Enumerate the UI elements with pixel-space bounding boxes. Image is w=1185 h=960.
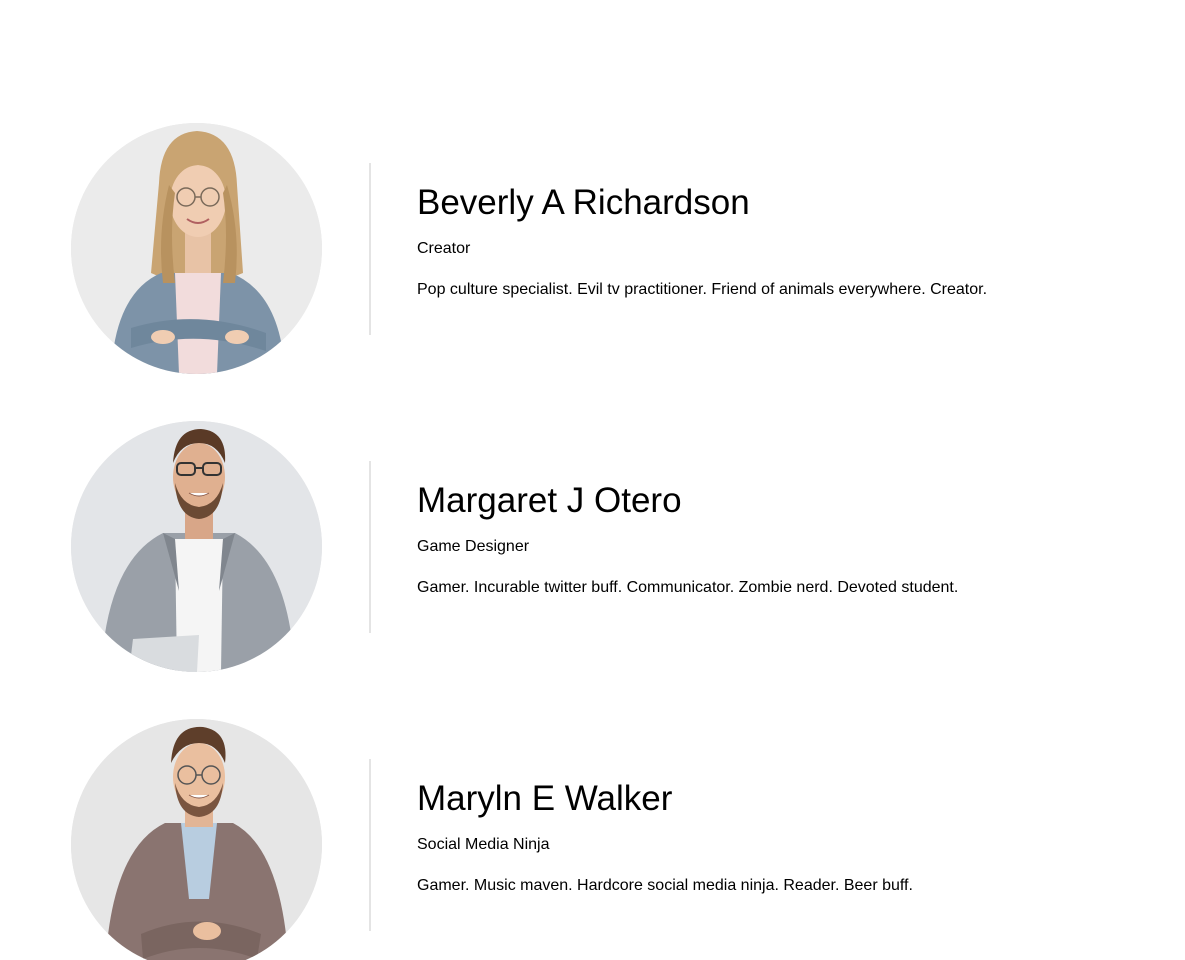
portrait-woman-image bbox=[71, 123, 322, 374]
member-name: Beverly A Richardson bbox=[417, 183, 750, 222]
avatar bbox=[71, 123, 322, 374]
member-role: Social Media Ninja bbox=[417, 836, 550, 853]
member-bio: Gamer. Music maven. Hardcore social medi… bbox=[417, 877, 913, 894]
avatar bbox=[71, 421, 322, 672]
team-member-card: Maryln E Walker Social Media Ninja Gamer… bbox=[0, 719, 1185, 960]
team-member-card: Beverly A Richardson Creator Pop culture… bbox=[0, 123, 1185, 375]
member-bio: Pop culture specialist. Evil tv practiti… bbox=[417, 281, 988, 298]
member-role: Creator bbox=[417, 240, 471, 257]
member-info: Beverly A Richardson Creator Pop culture… bbox=[417, 183, 1157, 300]
team-member-card: Margaret J Otero Game Designer Gamer. In… bbox=[0, 421, 1185, 673]
team-list: Beverly A Richardson Creator Pop culture… bbox=[0, 0, 1185, 960]
avatar bbox=[71, 719, 322, 960]
member-bio: Gamer. Incurable twitter buff. Communica… bbox=[417, 579, 959, 596]
member-name: Margaret J Otero bbox=[417, 481, 682, 520]
divider bbox=[369, 759, 371, 931]
member-info: Margaret J Otero Game Designer Gamer. In… bbox=[417, 481, 1157, 598]
portrait-man-image bbox=[71, 719, 322, 960]
divider bbox=[369, 163, 371, 335]
member-role: Game Designer bbox=[417, 538, 530, 555]
divider bbox=[369, 461, 371, 633]
member-info: Maryln E Walker Social Media Ninja Gamer… bbox=[417, 779, 1157, 896]
portrait-man-image bbox=[71, 421, 322, 672]
member-name: Maryln E Walker bbox=[417, 779, 673, 818]
